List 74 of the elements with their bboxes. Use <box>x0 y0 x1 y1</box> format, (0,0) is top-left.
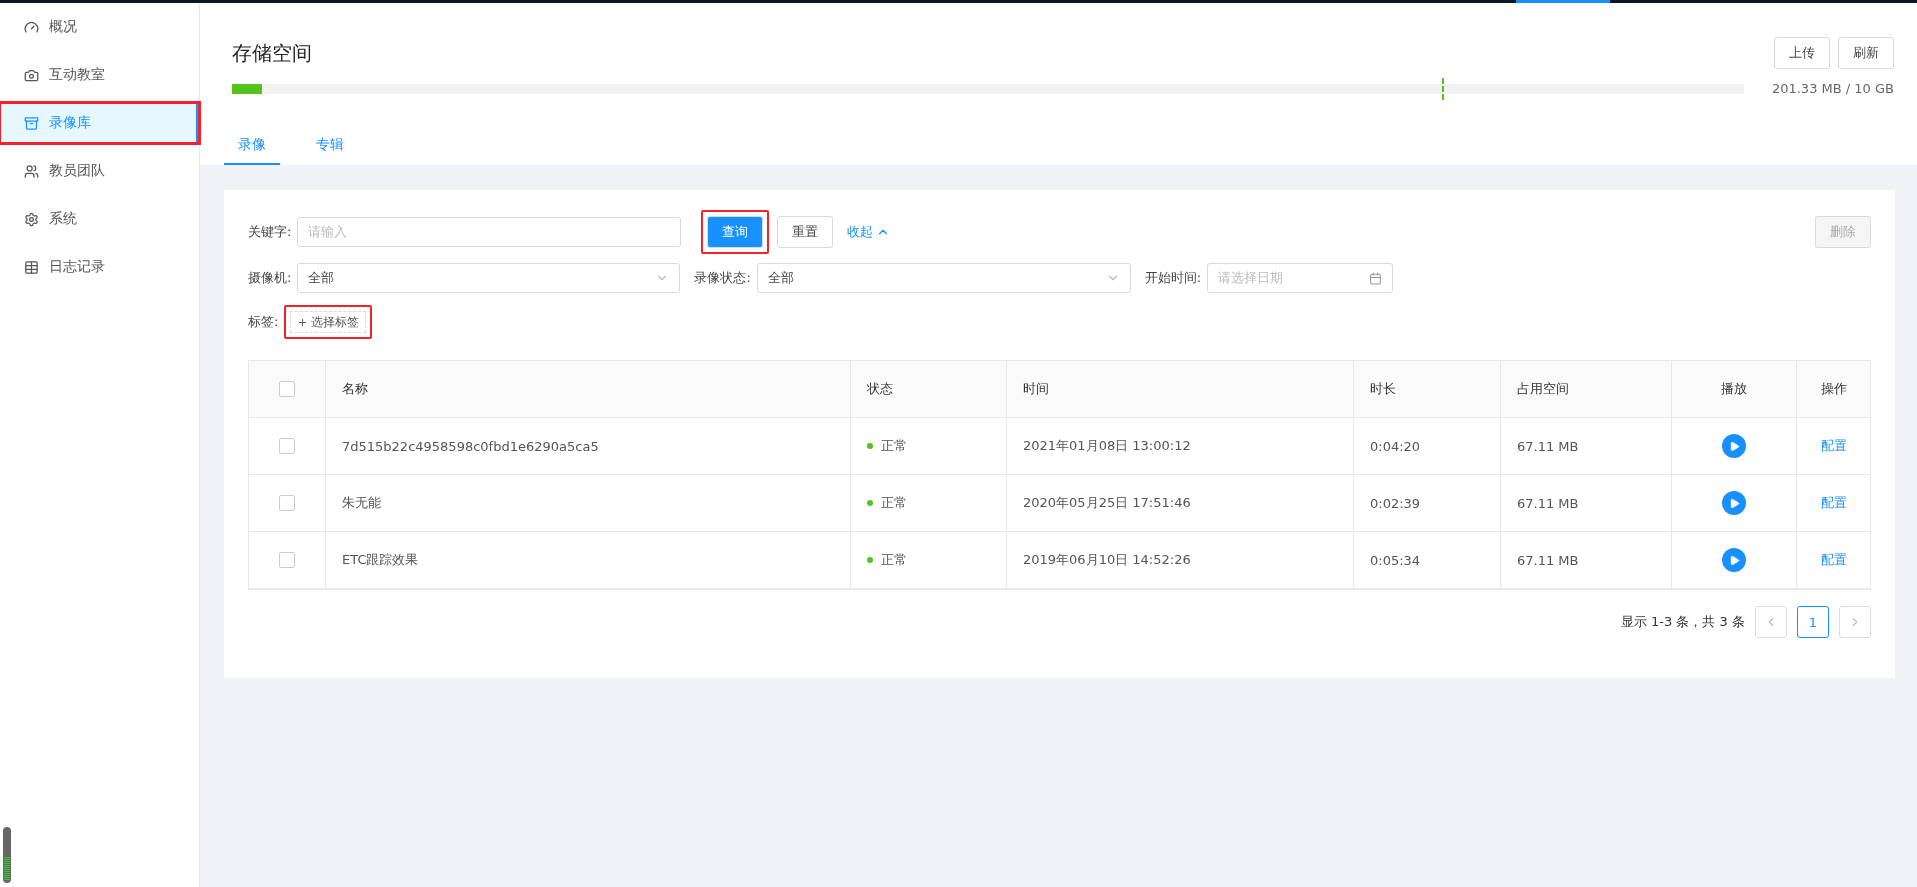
collapse-link[interactable]: 收起 <box>847 223 891 241</box>
page-title: 存储空间 <box>232 39 312 67</box>
status-text: 正常 <box>881 494 907 512</box>
field-label: 开始时间: <box>1144 269 1202 287</box>
column-header: 时长 <box>1353 361 1500 418</box>
date-field[interactable]: 请选择日期 <box>1207 263 1394 293</box>
field-label: 录像状态: <box>694 269 751 287</box>
config-link[interactable]: 配置 <box>1820 551 1847 569</box>
table-cell: 0:04:20 <box>1353 418 1500 475</box>
sidebar-item[interactable]: 系统 <box>0 199 199 239</box>
limit-marker <box>1441 77 1444 100</box>
camera-select[interactable]: 全部 <box>297 263 681 293</box>
pagination-summary: 显示 1-3 条，共 3 条 <box>1620 613 1745 631</box>
select-tag-button[interactable]: 选择标签 <box>290 311 367 333</box>
field-label: 摄像机: <box>248 269 292 287</box>
column-header: 时间 <box>1006 361 1353 418</box>
gauge-icon <box>24 19 39 35</box>
select-all-checkbox[interactable] <box>279 381 295 397</box>
row-checkbox[interactable] <box>279 438 295 454</box>
row-checkbox[interactable] <box>279 552 295 568</box>
field-label: 关键字: <box>248 223 292 241</box>
storage-reading: 201.33 MB / 10 GB <box>1771 81 1894 96</box>
table-cell: 67.11 MB <box>1500 475 1671 532</box>
table-cell: ETC跟踪效果 <box>325 532 850 589</box>
table-cell: 7d515b22c4958598c0fbd1e6290a5ca5 <box>325 418 850 475</box>
table-cell: 2021年01月08日 13:00:12 <box>1006 418 1353 475</box>
play-button[interactable] <box>1722 434 1746 458</box>
status-select[interactable]: 全部 <box>756 263 1131 293</box>
row-checkbox[interactable] <box>279 495 295 511</box>
play-icon <box>1728 554 1740 566</box>
status-text: 正常 <box>881 551 907 569</box>
calendar-icon <box>1369 271 1383 285</box>
sidebar-item[interactable]: 录像库 <box>0 103 199 143</box>
column-header: 名称 <box>325 361 850 418</box>
table-cell: 2019年06月10日 14:52:26 <box>1006 532 1353 589</box>
column-header: 播放 <box>1671 361 1796 418</box>
archive-icon <box>24 115 39 131</box>
sidebar-item[interactable]: 教员团队 <box>0 151 199 191</box>
table-cell: 0:05:34 <box>1353 532 1500 589</box>
table-icon <box>24 259 39 275</box>
meter-icon <box>2 827 12 883</box>
status-text: 正常 <box>881 437 907 455</box>
column-header: 占用空间 <box>1500 361 1671 418</box>
plus-icon <box>297 316 309 328</box>
camera-icon <box>24 67 39 83</box>
play-button[interactable] <box>1722 548 1746 572</box>
table-cell: 0:02:39 <box>1353 475 1500 532</box>
tab[interactable]: 专辑 <box>302 126 358 165</box>
column-header: 状态 <box>850 361 1006 418</box>
sidebar-item[interactable]: 概况 <box>0 7 199 47</box>
tab[interactable]: 录像 <box>224 126 280 165</box>
play-icon <box>1728 440 1740 452</box>
next-page-button[interactable] <box>1839 606 1871 638</box>
table-cell: 朱无能 <box>325 475 850 532</box>
table-cell: 67.11 MB <box>1500 418 1671 475</box>
upload-button[interactable]: 上传 <box>1774 37 1830 69</box>
sidebar-item[interactable]: 日志记录 <box>0 247 199 287</box>
page-button[interactable]: 1 <box>1797 606 1829 638</box>
play-button[interactable] <box>1722 491 1746 515</box>
reset-button[interactable]: 重置 <box>777 216 834 248</box>
config-link[interactable]: 配置 <box>1820 494 1847 512</box>
keyword-field[interactable]: 请输入 <box>297 217 682 247</box>
prev-page-button[interactable] <box>1755 606 1787 638</box>
table-cell: 2020年05月25日 17:51:46 <box>1006 475 1353 532</box>
settings-icon <box>24 211 39 227</box>
query-button[interactable]: 查询 <box>707 216 764 248</box>
play-icon <box>1728 497 1740 509</box>
refresh-button[interactable]: 刷新 <box>1838 37 1894 69</box>
config-link[interactable]: 配置 <box>1820 437 1847 455</box>
column-header: 操作 <box>1796 361 1870 418</box>
field-label: 标签: <box>248 313 279 331</box>
sidebar-item[interactable]: 互动教室 <box>0 55 199 95</box>
users-icon <box>24 163 39 179</box>
table-cell: 67.11 MB <box>1500 532 1671 589</box>
